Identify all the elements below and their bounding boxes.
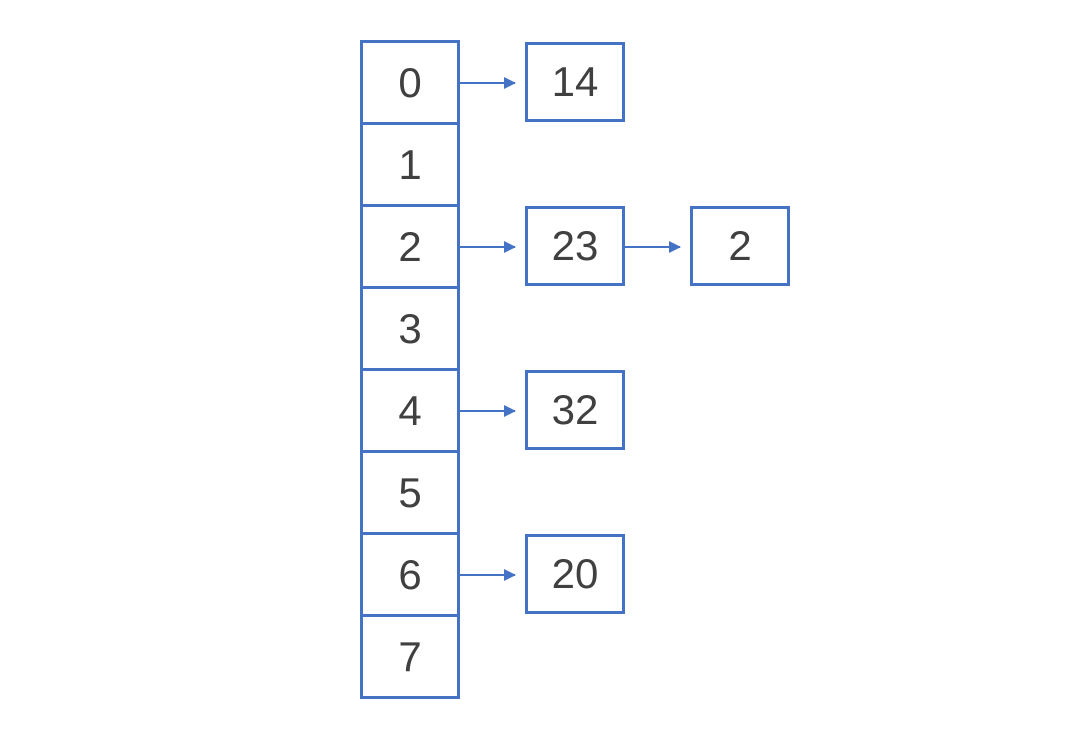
index-cell-3: 3 [360, 286, 460, 371]
arrow-6-0 [460, 574, 515, 576]
index-cell-2: 2 [360, 204, 460, 289]
value-box-14: 14 [525, 42, 625, 122]
index-cell-0: 0 [360, 40, 460, 125]
index-cell-5: 5 [360, 450, 460, 535]
value-box-2: 2 [690, 206, 790, 286]
value-box-20: 20 [525, 534, 625, 614]
arrow-0-0 [460, 82, 515, 84]
index-cell-1: 1 [360, 122, 460, 207]
index-cell-4: 4 [360, 368, 460, 453]
arrow-4-0 [460, 410, 515, 412]
arrow-2-1 [625, 246, 680, 248]
arrow-2-0 [460, 246, 515, 248]
index-cell-6: 6 [360, 532, 460, 617]
hash-table-diagram: 0 1 2 3 4 5 6 7 14 23 2 32 20 [360, 40, 460, 699]
index-column: 0 1 2 3 4 5 6 7 [360, 40, 460, 699]
value-box-23: 23 [525, 206, 625, 286]
value-box-32: 32 [525, 370, 625, 450]
index-cell-7: 7 [360, 614, 460, 699]
